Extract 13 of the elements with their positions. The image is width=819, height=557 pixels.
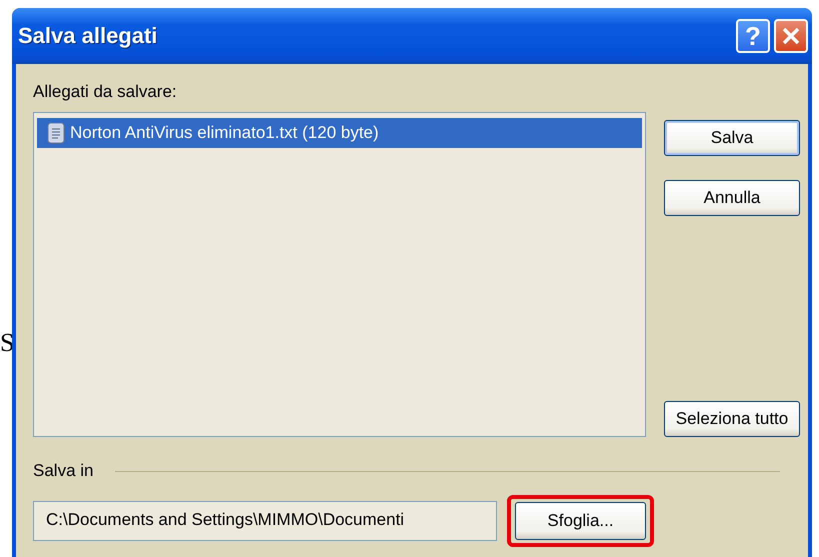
cancel-button[interactable]: Annulla — [664, 180, 800, 216]
close-button[interactable] — [774, 19, 808, 53]
attachments-list[interactable]: Norton AntiVirus eliminato1.txt (120 byte) — [33, 112, 646, 437]
window-title: Salva allegati — [18, 23, 158, 49]
close-icon — [781, 26, 801, 46]
save-button[interactable]: Salva — [664, 120, 800, 156]
path-field[interactable]: C:\Documents and Settings\MIMMO\Documenti — [33, 501, 497, 541]
browse-button[interactable]: Sfoglia... — [515, 502, 646, 540]
text-file-icon — [45, 121, 67, 145]
attachments-label: Allegati da salvare: — [33, 82, 178, 102]
select-all-button[interactable]: Seleziona tutto — [664, 401, 800, 437]
save-in-label: Salva in — [33, 461, 94, 481]
attachment-item[interactable]: Norton AntiVirus eliminato1.txt (120 byte) — [37, 118, 642, 148]
